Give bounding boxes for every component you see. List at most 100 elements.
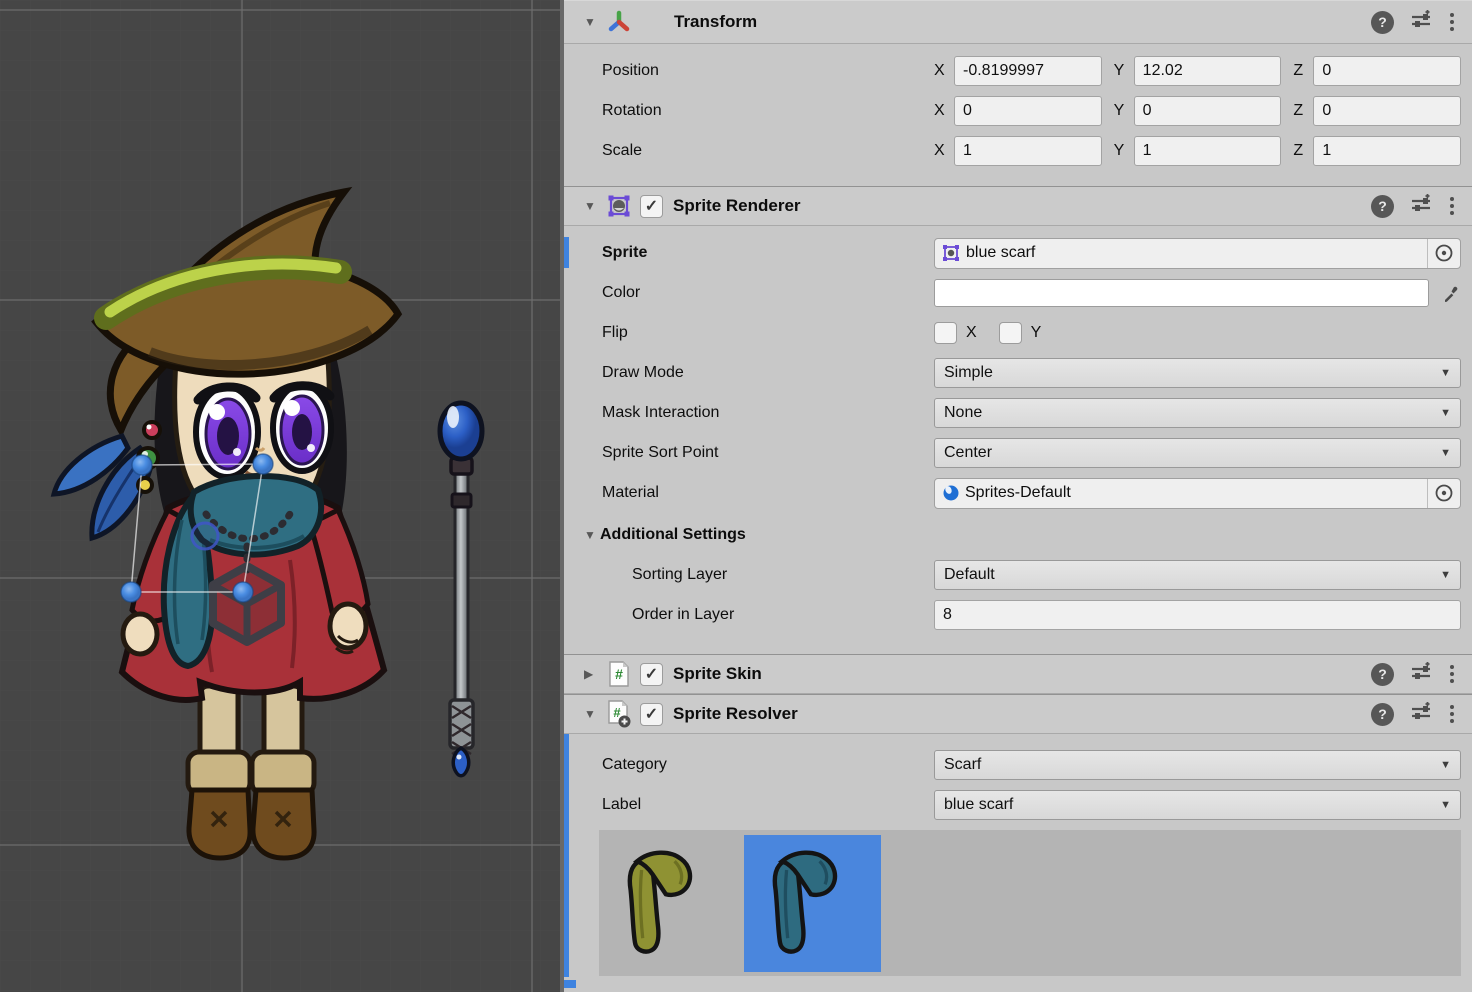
- component-enabled-checkbox[interactable]: ✓: [640, 195, 663, 218]
- flip-y-checkbox[interactable]: [999, 322, 1022, 344]
- sprite-row: Sprite blue scarf: [602, 238, 1461, 268]
- scale-x-field[interactable]: [954, 136, 1102, 166]
- sprite-mini-icon: [941, 243, 961, 263]
- script-plus-icon: #: [606, 701, 632, 727]
- foldout-icon[interactable]: ▼: [584, 707, 600, 721]
- draw-mode-dropdown[interactable]: Simple ▼: [934, 358, 1461, 388]
- rotation-x-field[interactable]: [954, 96, 1102, 126]
- sprite-resolver-body: Category Scarf ▼ Label blue scarf ▼: [564, 750, 1472, 976]
- object-picker-icon[interactable]: [1427, 479, 1460, 508]
- axis-x-label: X: [934, 142, 954, 160]
- chevron-down-icon: ▼: [1440, 447, 1451, 459]
- help-icon[interactable]: ?: [1371, 11, 1394, 34]
- material-icon: [942, 484, 960, 502]
- axis-y-label: Y: [1114, 102, 1134, 120]
- prefab-override-bar-sprite: [564, 237, 569, 268]
- inspector-panel: ▼ Transform ?: [564, 0, 1472, 992]
- sprite-thumbnail-green-scarf[interactable]: [599, 835, 736, 972]
- rotation-label: Rotation: [602, 102, 934, 120]
- axis-y-label: Y: [1114, 62, 1134, 80]
- sprite-object-field[interactable]: blue scarf: [934, 238, 1461, 269]
- additional-settings-foldout[interactable]: ▼ Additional Settings: [584, 522, 1461, 548]
- eyedropper-icon[interactable]: [1429, 284, 1461, 303]
- position-x-field[interactable]: [954, 56, 1102, 86]
- mask-interaction-value: None: [944, 404, 982, 422]
- draw-mode-value: Simple: [944, 364, 993, 382]
- material-value: Sprites-Default: [965, 484, 1071, 502]
- color-swatch[interactable]: [934, 279, 1429, 307]
- transform-icon: [606, 9, 632, 35]
- unity-editor-window: ▼ Transform ?: [0, 0, 1472, 992]
- order-in-layer-row: Order in Layer: [602, 600, 1461, 630]
- axis-z-label: Z: [1293, 142, 1313, 160]
- foldout-icon[interactable]: ▼: [584, 528, 600, 542]
- object-picker-icon[interactable]: [1427, 239, 1460, 268]
- material-row: Material Sprites-Default: [602, 478, 1461, 508]
- label-value: blue scarf: [944, 796, 1013, 814]
- help-icon[interactable]: ?: [1371, 703, 1394, 726]
- category-row: Category Scarf ▼: [602, 750, 1461, 780]
- component-enabled-checkbox[interactable]: ✓: [640, 663, 663, 686]
- sprite-label: Sprite: [602, 244, 934, 262]
- scale-z-field[interactable]: [1313, 136, 1461, 166]
- mask-interaction-dropdown[interactable]: None ▼: [934, 398, 1461, 428]
- sprite-renderer-icon: [606, 193, 632, 219]
- position-y-field[interactable]: [1134, 56, 1282, 86]
- component-title: Transform: [674, 12, 757, 32]
- prefab-override-chip: [564, 980, 576, 988]
- color-label: Color: [602, 284, 934, 302]
- category-label: Category: [602, 756, 934, 774]
- foldout-icon[interactable]: ▼: [584, 15, 600, 29]
- transform-header[interactable]: ▼ Transform ?: [564, 0, 1472, 44]
- presets-icon[interactable]: [1410, 701, 1432, 728]
- chevron-down-icon: ▼: [1440, 569, 1451, 581]
- mask-interaction-label: Mask Interaction: [602, 404, 934, 422]
- axis-x-label: X: [934, 102, 954, 120]
- sprite-thumbnail-blue-scarf[interactable]: [744, 835, 881, 972]
- component-enabled-checkbox[interactable]: ✓: [640, 703, 663, 726]
- flip-x-label: X: [966, 324, 977, 342]
- scale-y-field[interactable]: [1134, 136, 1282, 166]
- scene-view[interactable]: [0, 0, 560, 992]
- component-menu-icon[interactable]: [1448, 11, 1456, 33]
- axis-z-label: Z: [1293, 102, 1313, 120]
- mask-interaction-row: Mask Interaction None ▼: [602, 398, 1461, 428]
- flip-label: Flip: [602, 324, 934, 342]
- presets-icon[interactable]: [1410, 9, 1432, 36]
- position-z-field[interactable]: [1313, 56, 1461, 86]
- presets-icon[interactable]: [1410, 661, 1432, 688]
- component-menu-icon[interactable]: [1448, 703, 1456, 725]
- order-in-layer-field[interactable]: [934, 600, 1461, 630]
- sorting-layer-dropdown[interactable]: Default ▼: [934, 560, 1461, 590]
- position-row: Position X Y Z: [602, 56, 1461, 86]
- help-icon[interactable]: ?: [1371, 663, 1394, 686]
- flip-row: Flip X Y: [602, 318, 1461, 348]
- category-dropdown[interactable]: Scarf ▼: [934, 750, 1461, 780]
- label-dropdown[interactable]: blue scarf ▼: [934, 790, 1461, 820]
- component-menu-icon[interactable]: [1448, 663, 1456, 685]
- svg-text:#: #: [615, 666, 623, 682]
- flip-y-label: Y: [1031, 324, 1042, 342]
- sprite-skin-header[interactable]: ▶ # ✓ Sprite Skin ?: [564, 654, 1472, 694]
- component-title: Sprite Resolver: [673, 704, 798, 724]
- sprite-resolver-header[interactable]: ▼ # ✓ Sprite Resolver ?: [564, 694, 1472, 734]
- chevron-down-icon: ▼: [1440, 407, 1451, 419]
- position-label: Position: [602, 62, 934, 80]
- rotation-z-field[interactable]: [1313, 96, 1461, 126]
- chevron-down-icon: ▼: [1440, 799, 1451, 811]
- sprite-renderer-header[interactable]: ▼ ✓ Sprite Renderer ?: [564, 186, 1472, 226]
- sorting-layer-row: Sorting Layer Default ▼: [602, 560, 1461, 590]
- material-object-field[interactable]: Sprites-Default: [934, 478, 1461, 509]
- help-icon[interactable]: ?: [1371, 195, 1394, 218]
- foldout-icon[interactable]: ▶: [584, 667, 600, 681]
- category-value: Scarf: [944, 756, 981, 774]
- script-icon: #: [606, 661, 632, 687]
- rotation-y-field[interactable]: [1134, 96, 1282, 126]
- presets-icon[interactable]: [1410, 193, 1432, 220]
- flip-x-checkbox[interactable]: [934, 322, 957, 344]
- component-menu-icon[interactable]: [1448, 195, 1456, 217]
- foldout-icon[interactable]: ▼: [584, 199, 600, 213]
- additional-settings-label: Additional Settings: [600, 526, 746, 544]
- sort-point-dropdown[interactable]: Center ▼: [934, 438, 1461, 468]
- scale-label: Scale: [602, 142, 934, 160]
